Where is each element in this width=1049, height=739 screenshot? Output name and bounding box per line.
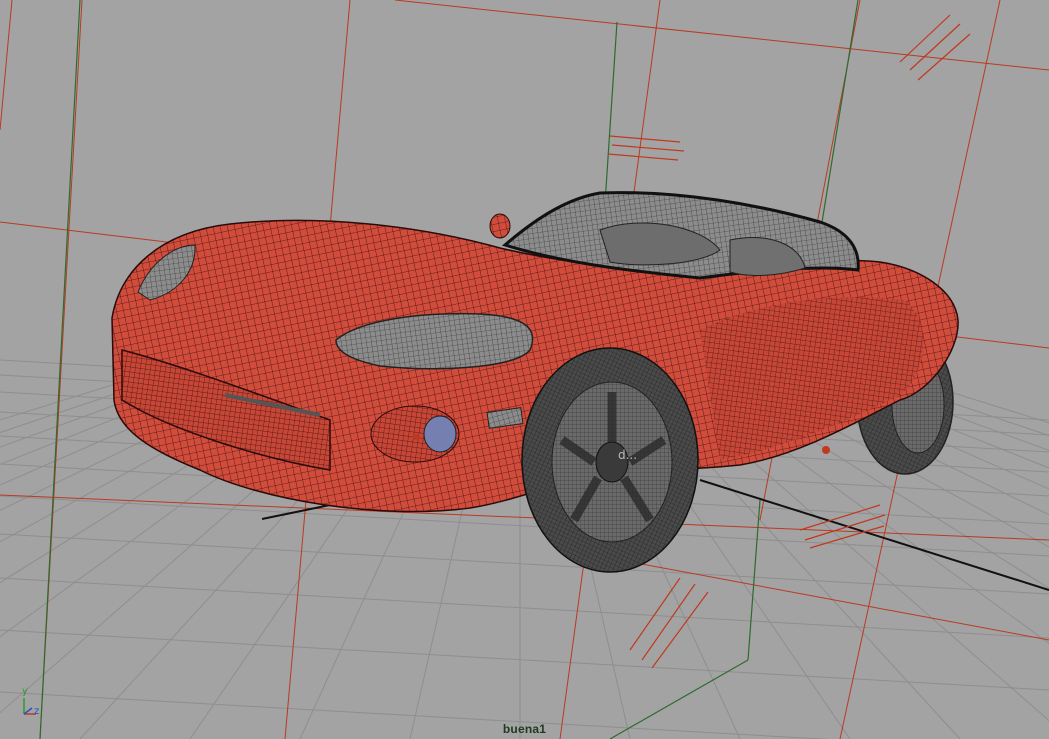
area-light-icon[interactable] (799, 504, 886, 549)
grid-line (0, 495, 1049, 557)
grid-line (0, 629, 1049, 691)
car-model[interactable] (111, 191, 959, 573)
grid-line (0, 577, 1049, 639)
side-mirror[interactable] (489, 213, 511, 239)
light-marker-icon[interactable] (822, 446, 830, 454)
axis-y-label: y (22, 686, 28, 697)
fog-lamp (423, 415, 457, 453)
axis-z-label: z (34, 706, 40, 717)
directional-light-icon[interactable] (607, 135, 685, 161)
light-marker-icon[interactable] (413, 434, 419, 440)
grid-line (0, 533, 1049, 595)
point-light-icon[interactable] (629, 577, 709, 669)
grid-line (0, 379, 129, 421)
world-axis-line (699, 479, 1049, 591)
camera-name-label: buena1 (502, 722, 547, 736)
object-name-label: d... (618, 448, 638, 462)
view-axis-gizmo: y z (18, 686, 44, 720)
spot-light-icon[interactable] (899, 14, 971, 81)
3d-viewport[interactable]: d... y z buena1 (0, 0, 1049, 739)
viewport-scene[interactable] (0, 0, 1049, 739)
